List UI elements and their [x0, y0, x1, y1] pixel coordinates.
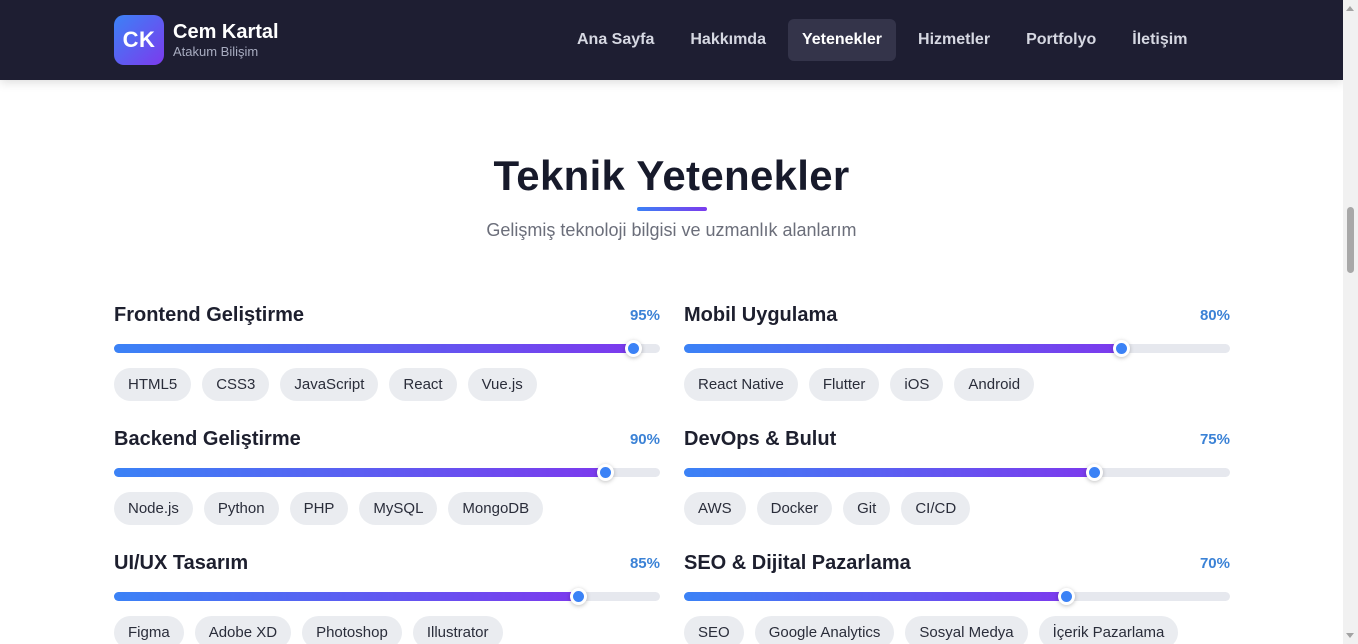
tag-google-analytics: Google Analytics	[754, 616, 895, 644]
tag-docker: Docker	[756, 492, 833, 525]
progress-track	[684, 464, 1230, 481]
progress-knob	[597, 464, 615, 481]
scroll-down-arrow-icon[interactable]	[1346, 633, 1354, 638]
skill-header: UI/UX Tasarım 85%	[114, 552, 660, 576]
tag-list: SEO Google Analytics Sosyal Medya İçerik…	[684, 616, 1189, 644]
tag-mysql: MySQL	[359, 492, 438, 525]
progress-fill	[114, 468, 606, 477]
tag-list: Node.js Python PHP MySQL MongoDB	[114, 492, 554, 525]
skill-percent: 70%	[1199, 555, 1230, 572]
progress-fill	[114, 344, 633, 353]
progress-knob	[570, 588, 588, 605]
tag-list: Figma Adobe XD Photoshop Illustrator	[114, 616, 514, 644]
skill-header: Frontend Geliştirme 95%	[114, 304, 660, 328]
progress-knob	[624, 340, 642, 357]
tag-list: React Native Flutter iOS Android	[684, 368, 1045, 401]
section-subtitle: Gelişmiş teknoloji bilgisi ve uzmanlık a…	[486, 220, 857, 240]
progress-fill	[114, 592, 579, 601]
brand-subtitle: Atakum Bilişim	[173, 44, 259, 59]
tag-aws: AWS	[684, 492, 746, 525]
nav-link-yetenekler[interactable]: Yetenekler	[787, 19, 897, 61]
tag-css3: CSS3	[202, 368, 270, 401]
tag-illustrator: Illustrator	[412, 616, 503, 644]
tag-ios: iOS	[890, 368, 944, 401]
skill-name: Backend Geliştirme	[114, 428, 301, 450]
brand-text: Cem Kartal Atakum Bilişim	[173, 20, 279, 60]
tag-git: Git	[843, 492, 891, 525]
nav-link-iletisim[interactable]: İletişim	[1118, 19, 1201, 61]
progress-track	[114, 588, 660, 605]
progress-track	[114, 464, 660, 481]
tag-html5: HTML5	[114, 368, 192, 401]
tag-nodejs: Node.js	[114, 492, 193, 525]
tag-cicd: CI/CD	[901, 492, 971, 525]
section-title: Teknik Yetenekler	[493, 152, 850, 199]
tag-python: Python	[203, 492, 279, 525]
skill-header: Mobil Uygulama 80%	[684, 304, 1230, 328]
tag-react: React	[389, 368, 457, 401]
title-underline	[637, 207, 707, 211]
progress-knob	[1058, 588, 1076, 605]
nav-link-hizmetler[interactable]: Hizmetler	[904, 19, 1004, 61]
brand[interactable]: CK Cem Kartal Atakum Bilişim	[114, 15, 279, 65]
tag-list: AWS Docker Git CI/CD	[684, 492, 981, 525]
progress-track	[684, 588, 1230, 605]
skill-percent: 90%	[629, 431, 660, 448]
tag-list: HTML5 CSS3 JavaScript React Vue.js	[114, 368, 548, 401]
tag-php: PHP	[289, 492, 349, 525]
skill-uiux: UI/UX Tasarım 85% Figma Adobe XD Photosh…	[114, 552, 660, 644]
skill-percent: 75%	[1199, 431, 1230, 448]
skill-percent: 80%	[1199, 307, 1230, 324]
progress-knob	[1112, 340, 1130, 357]
page: CK Cem Kartal Atakum Bilişim Ana Sayfa H…	[0, 0, 1343, 644]
tag-seo: SEO	[684, 616, 744, 644]
scrollbar-thumb[interactable]	[1347, 207, 1354, 273]
tag-vuejs: Vue.js	[467, 368, 537, 401]
tag-javascript: JavaScript	[280, 368, 379, 401]
skill-header: DevOps & Bulut 75%	[684, 428, 1230, 452]
tag-sosyal-medya: Sosyal Medya	[905, 616, 1028, 644]
skill-name: DevOps & Bulut	[684, 428, 837, 450]
skill-header: SEO & Dijital Pazarlama 70%	[684, 552, 1230, 576]
navbar: CK Cem Kartal Atakum Bilişim Ana Sayfa H…	[0, 0, 1343, 80]
nav-link-hakkimda[interactable]: Hakkımda	[676, 19, 780, 61]
skill-name: Frontend Geliştirme	[114, 304, 305, 326]
logo-badge: CK	[114, 15, 164, 65]
tag-android: Android	[954, 368, 1035, 401]
skill-header: Backend Geliştirme 90%	[114, 428, 660, 452]
skill-devops: DevOps & Bulut 75% AWS Docker Git CI/CD	[684, 428, 1230, 525]
tag-icerik-pazarlama: İçerik Pazarlama	[1038, 616, 1179, 644]
skill-frontend: Frontend Geliştirme 95% HTML5 CSS3 JavaS…	[114, 304, 660, 401]
tag-flutter: Flutter	[808, 368, 880, 401]
tag-react-native: React Native	[684, 368, 798, 401]
skill-percent: 95%	[629, 307, 660, 324]
skill-name: Mobil Uygulama	[684, 304, 838, 326]
skill-backend: Backend Geliştirme 90% Node.js Python PH…	[114, 428, 660, 525]
progress-fill	[684, 468, 1094, 477]
skill-seo: SEO & Dijital Pazarlama 70% SEO Google A…	[684, 552, 1230, 644]
skill-mobile: Mobil Uygulama 80% React Native Flutter …	[684, 304, 1230, 401]
skill-name: UI/UX Tasarım	[114, 552, 249, 574]
progress-knob	[1085, 464, 1103, 481]
progress-fill	[684, 344, 1121, 353]
progress-track	[114, 340, 660, 357]
progress-fill	[684, 592, 1067, 601]
tag-mongodb: MongoDB	[448, 492, 544, 525]
scrollbar[interactable]	[1343, 0, 1358, 644]
brand-name: Cem Kartal	[173, 21, 279, 43]
skill-name: SEO & Dijital Pazarlama	[684, 552, 911, 574]
nav-link-ana-sayfa[interactable]: Ana Sayfa	[563, 19, 668, 61]
nav-link-portfolyo[interactable]: Portfolyo	[1012, 19, 1110, 61]
tag-adobe-xd: Adobe XD	[194, 616, 292, 644]
tag-photoshop: Photoshop	[302, 616, 402, 644]
tag-figma: Figma	[114, 616, 184, 644]
progress-track	[684, 340, 1230, 357]
main-nav: Ana Sayfa Hakkımda Yetenekler Hizmetler …	[563, 19, 1209, 61]
skill-percent: 85%	[629, 555, 660, 572]
scroll-up-arrow-icon[interactable]	[1346, 6, 1354, 11]
